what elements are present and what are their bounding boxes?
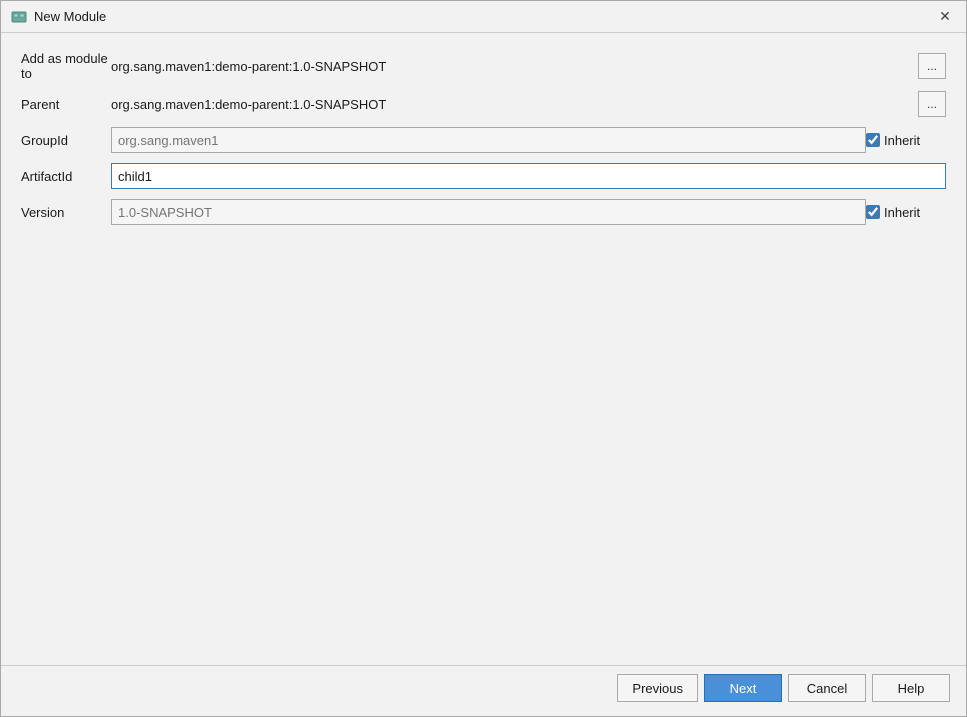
title-bar: New Module ✕ — [1, 1, 966, 33]
artifact-id-input[interactable] — [111, 163, 946, 189]
group-id-input[interactable] — [111, 127, 866, 153]
next-button[interactable]: Next — [704, 674, 782, 702]
group-id-inherit-wrapper: Inherit — [866, 133, 946, 148]
help-button[interactable]: Help — [872, 674, 950, 702]
module-icon — [11, 9, 27, 25]
group-id-inherit-label: Inherit — [884, 133, 920, 148]
parent-label: Parent — [21, 97, 111, 112]
parent-browse-button[interactable]: ... — [918, 91, 946, 117]
previous-button[interactable]: Previous — [617, 674, 698, 702]
dialog-footer: Previous Next Cancel Help — [1, 665, 966, 716]
cancel-button[interactable]: Cancel — [788, 674, 866, 702]
artifact-id-label: ArtifactId — [21, 169, 111, 184]
dialog-title: New Module — [34, 9, 106, 24]
add-as-module-row: Add as module to org.sang.maven1:demo-pa… — [21, 51, 946, 81]
version-inherit-wrapper: Inherit — [866, 205, 946, 220]
version-row: Version Inherit — [21, 199, 946, 225]
title-bar-left: New Module — [11, 9, 106, 25]
add-as-module-input-wrapper: org.sang.maven1:demo-parent:1.0-SNAPSHOT — [111, 59, 918, 74]
close-button[interactable]: ✕ — [934, 6, 956, 28]
group-id-label: GroupId — [21, 133, 111, 148]
version-input[interactable] — [111, 199, 866, 225]
version-label: Version — [21, 205, 111, 220]
dialog-content: Add as module to org.sang.maven1:demo-pa… — [1, 33, 966, 665]
parent-input-wrapper: org.sang.maven1:demo-parent:1.0-SNAPSHOT — [111, 97, 918, 112]
add-as-module-value: org.sang.maven1:demo-parent:1.0-SNAPSHOT — [111, 59, 918, 74]
parent-row: Parent org.sang.maven1:demo-parent:1.0-S… — [21, 91, 946, 117]
parent-value: org.sang.maven1:demo-parent:1.0-SNAPSHOT — [111, 97, 918, 112]
version-inherit-label: Inherit — [884, 205, 920, 220]
group-id-row: GroupId Inherit — [21, 127, 946, 153]
version-inherit-checkbox[interactable] — [866, 205, 880, 219]
add-as-module-browse-button[interactable]: ... — [918, 53, 946, 79]
artifact-id-row: ArtifactId — [21, 163, 946, 189]
add-as-module-label: Add as module to — [21, 51, 111, 81]
content-spacer — [21, 235, 946, 655]
new-module-dialog: New Module ✕ Add as module to org.sang.m… — [0, 0, 967, 717]
group-id-inherit-checkbox[interactable] — [866, 133, 880, 147]
